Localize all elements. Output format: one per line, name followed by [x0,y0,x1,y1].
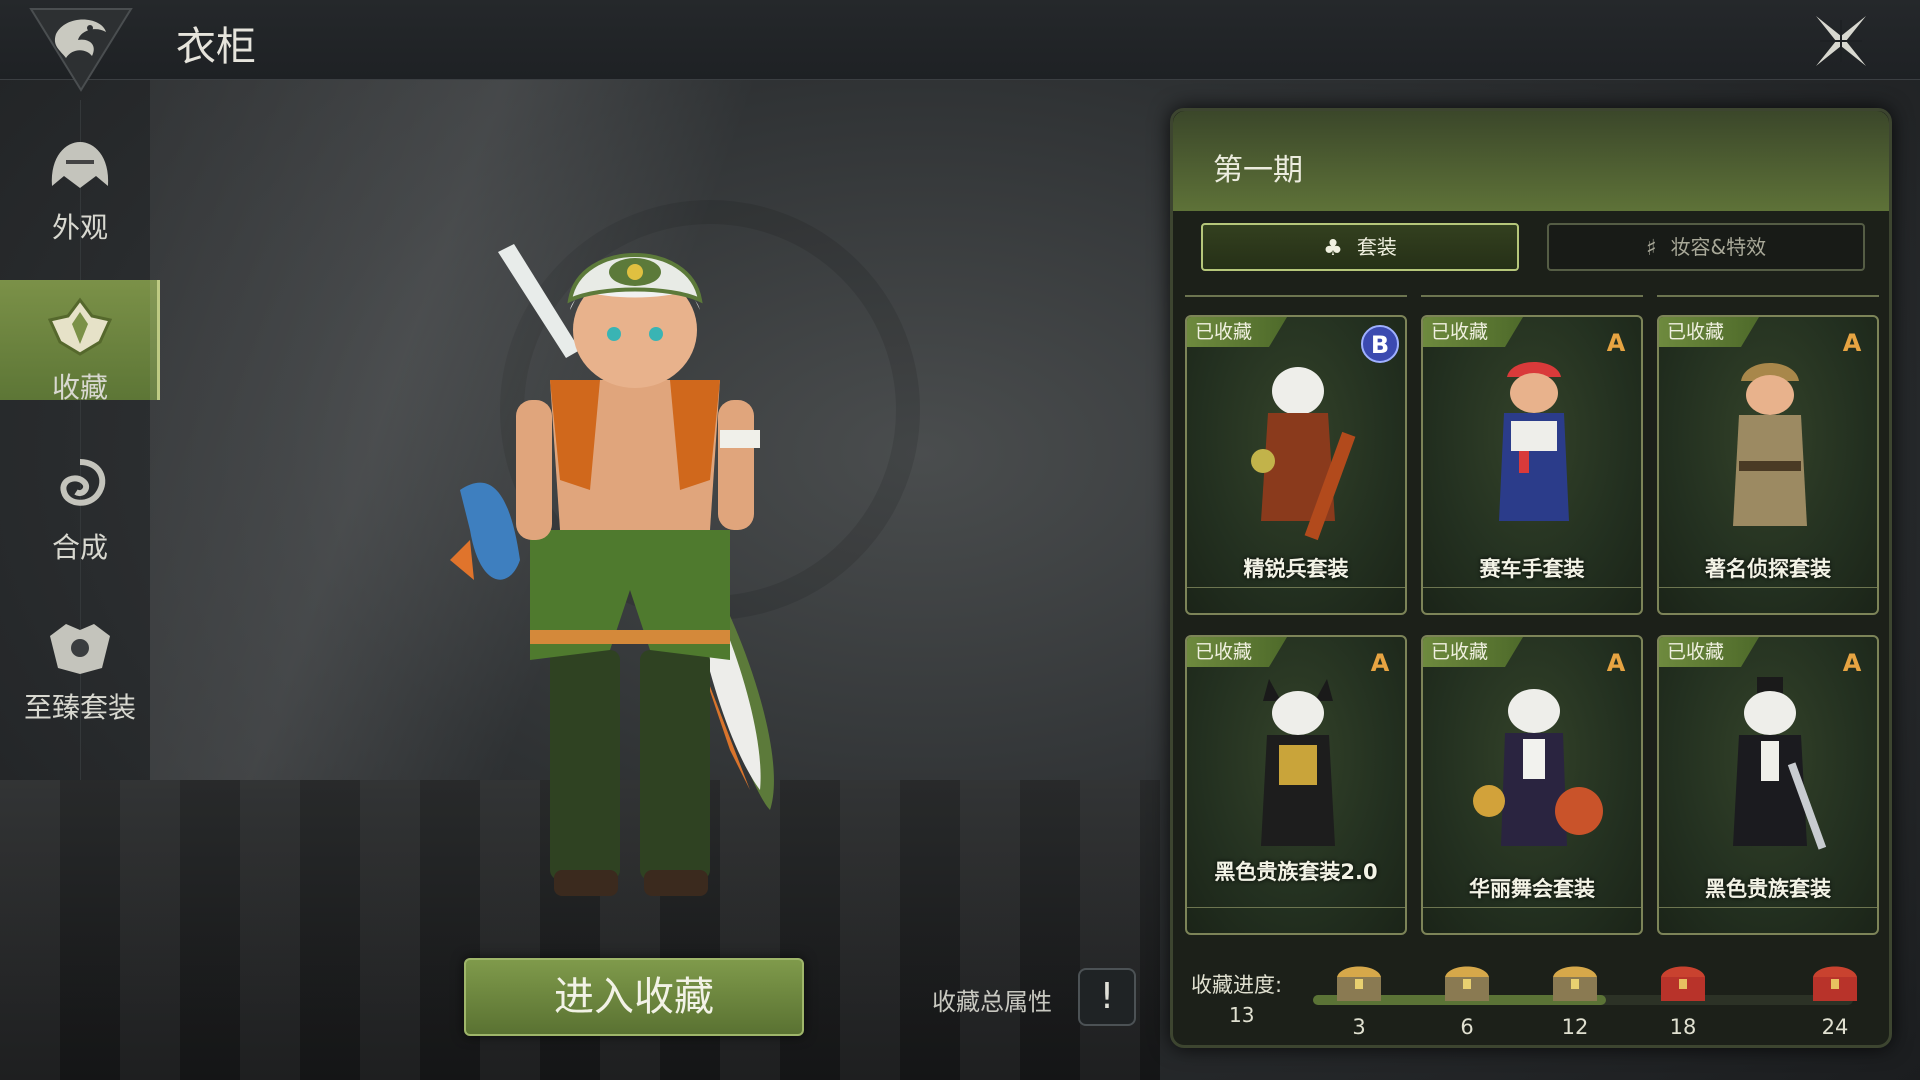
collected-badge: 已收藏 [1659,637,1759,667]
outfit-card[interactable]: 已收藏 A 华丽舞会套装 [1421,635,1643,935]
nav-label: 至臻套装 [23,691,136,724]
nav-item-supreme-set[interactable]: 至臻套装 [0,600,160,724]
chest-icon[interactable] [1547,959,1603,1005]
collection-panel: 第一期 ♣ 套装 ♯ 妆容&特效 已收藏 B 精锐兵套装 已收藏 A 赛车手套装 [1170,108,1892,1048]
card-footer-ornament [1659,907,1877,933]
outfit-name: 著名侦探套装 [1705,557,1831,581]
outfit-name: 赛车手套装 [1479,557,1585,581]
collected-badge: 已收藏 [1659,317,1759,347]
collected-badge: 已收藏 [1187,637,1287,667]
chest-icon[interactable] [1331,959,1387,1005]
supreme-set-icon [50,624,110,674]
progress-label: 收藏进度: [1191,973,1283,997]
helmet-icon [51,142,109,188]
collected-badge: 已收藏 [1423,637,1523,667]
outfit-name: 黑色贵族套装2.0 [1214,860,1378,884]
milestone-value: 6 [1460,1015,1474,1039]
outfit-card[interactable]: 已收藏 B 精锐兵套装 [1185,315,1407,615]
character-model[interactable] [430,230,890,950]
outfit-icon: ♣ [1323,235,1343,261]
card-top-ornament [1185,279,1407,297]
close-icon[interactable] [1810,10,1872,72]
synthesis-icon [60,459,106,506]
nav-item-appearance[interactable]: 外观 [0,120,160,244]
nav-item-collection[interactable]: 收藏 [0,280,160,404]
top-bar: 衣柜 [0,0,1920,92]
outfit-preview [1733,677,1827,850]
panel-header: 第一期 [1173,111,1889,211]
outfit-name: 精锐兵套装 [1243,557,1349,581]
nav-label: 外观 [51,211,108,244]
outfit-preview [1733,363,1807,526]
outfit-preview [1251,367,1356,541]
card-top-ornament [1421,279,1643,297]
card-footer-ornament [1423,587,1641,613]
nav-item-synthesis[interactable]: 合成 [0,440,160,564]
card-top-ornament [1657,279,1879,297]
milestone-value: 12 [1561,1015,1589,1039]
dragon-logo-icon [29,8,133,92]
page-title: 衣柜 [176,24,256,70]
red-chest-icon[interactable] [1655,959,1711,1005]
outfit-card[interactable]: 已收藏 A 黑色贵族套装 [1657,635,1879,935]
collected-badge: 已收藏 [1187,317,1287,347]
red-chest-icon[interactable] [1807,959,1863,1005]
collection-attributes-button[interactable]: ! [1078,968,1136,1026]
outfit-preview [1499,362,1569,521]
collection-attributes-label: 收藏总属性 [932,988,1052,1016]
panel-title: 第一期 [1213,153,1303,188]
progress-count: 13 [1229,1003,1255,1027]
info-icon: ! [1099,976,1115,1017]
card-footer-ornament [1423,907,1641,933]
card-footer-ornament [1187,907,1405,933]
milestone-value: 18 [1669,1015,1697,1039]
outfit-name: 黑色贵族套装 [1705,877,1831,901]
chest-icon[interactable] [1439,959,1495,1005]
tab-makeup-effects[interactable]: ♯ 妆容&特效 [1547,223,1865,271]
collected-badge: 已收藏 [1423,317,1523,347]
outfit-preview [1473,689,1603,846]
tab-outfits[interactable]: ♣ 套装 [1201,223,1519,271]
outfit-card[interactable]: 已收藏 A 著名侦探套装 [1657,315,1879,615]
outfit-card[interactable]: 已收藏 A 黑色贵族套装2.0 [1185,635,1407,935]
card-footer-ornament [1187,587,1405,613]
outfit-card[interactable]: 已收藏 A 赛车手套装 [1421,315,1643,615]
collection-icon [47,297,113,356]
outfit-name: 华丽舞会套装 [1469,877,1595,901]
enter-collection-button[interactable]: 进入收藏 [464,958,804,1036]
tab-label: 妆容&特效 [1670,235,1767,259]
milestone-value: 3 [1352,1015,1366,1039]
tab-label: 套装 [1356,235,1397,259]
makeup-icon: ♯ [1645,235,1657,261]
card-footer-ornament [1659,587,1877,613]
nav-label: 收藏 [51,371,108,404]
outfit-preview [1261,679,1335,846]
milestone-value: 24 [1821,1015,1849,1039]
nav-label: 合成 [51,531,108,564]
